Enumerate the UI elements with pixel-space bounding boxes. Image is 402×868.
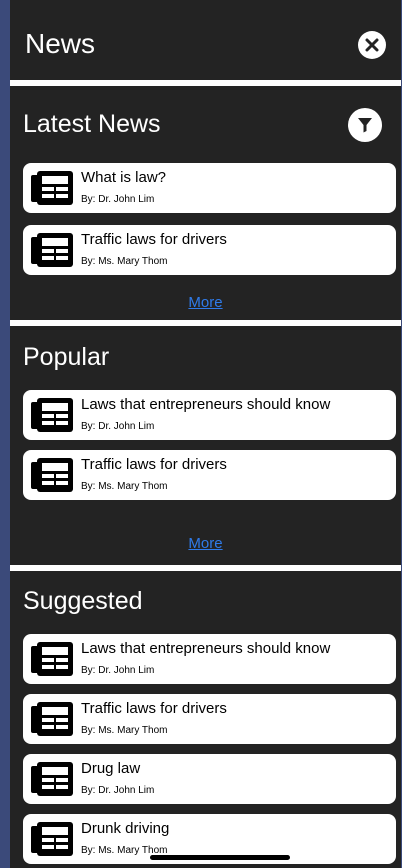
newspaper-icon <box>31 641 73 677</box>
newspaper-icon <box>31 821 73 857</box>
home-indicator[interactable] <box>150 855 290 860</box>
news-headline: Drug law <box>81 760 141 777</box>
page-title: News <box>25 28 96 59</box>
more-link-popular[interactable]: More <box>10 535 401 552</box>
news-headline: Traffic laws for drivers <box>81 231 227 248</box>
divider <box>10 80 401 86</box>
news-author: By: Ms. Mary Thom <box>81 725 168 736</box>
close-icon <box>365 38 379 52</box>
newspaper-icon <box>31 170 73 206</box>
news-card[interactable]: Traffic laws for drivers By: Ms. Mary Th… <box>23 450 396 500</box>
news-header: News <box>10 0 401 80</box>
news-author: By: Ms. Mary Thom <box>81 481 168 492</box>
section-title-popular: Popular <box>23 343 110 371</box>
filter-button[interactable] <box>348 108 382 142</box>
news-card[interactable]: What is law? By: Dr. John Lim <box>23 163 396 213</box>
news-card[interactable]: Drug law By: Dr. John Lim <box>23 754 396 804</box>
news-author: By: Dr. John Lim <box>81 421 155 432</box>
news-author: By: Dr. John Lim <box>81 785 155 796</box>
news-headline: What is law? <box>81 169 167 186</box>
news-panel: News Latest News What is law? By: Dr. Jo… <box>10 0 401 868</box>
newspaper-icon <box>31 457 73 493</box>
newspaper-icon <box>31 701 73 737</box>
news-card[interactable]: Laws that entrepreneurs should know By: … <box>23 634 396 684</box>
news-card[interactable]: Laws that entrepreneurs should know By: … <box>23 390 396 440</box>
more-link-latest[interactable]: More <box>10 294 401 311</box>
news-author: By: Dr. John Lim <box>81 194 155 205</box>
section-title-suggested: Suggested <box>23 587 143 615</box>
news-author: By: Ms. Mary Thom <box>81 256 168 267</box>
news-headline: Drunk driving <box>81 820 170 837</box>
newspaper-icon <box>31 761 73 797</box>
section-title-latest-news: Latest News <box>23 110 161 138</box>
news-headline: Laws that entrepreneurs should know <box>81 396 331 413</box>
news-author: By: Dr. John Lim <box>81 665 155 676</box>
news-card[interactable]: Traffic laws for drivers By: Ms. Mary Th… <box>23 225 396 275</box>
filter-icon <box>358 118 372 133</box>
divider <box>10 565 401 571</box>
news-headline: Laws that entrepreneurs should know <box>81 640 331 657</box>
news-headline: Traffic laws for drivers <box>81 700 227 717</box>
newspaper-icon <box>31 232 73 268</box>
newspaper-icon <box>31 397 73 433</box>
news-card[interactable]: Traffic laws for drivers By: Ms. Mary Th… <box>23 694 396 744</box>
news-headline: Traffic laws for drivers <box>81 456 227 473</box>
divider <box>10 320 401 326</box>
close-button[interactable] <box>358 31 386 59</box>
